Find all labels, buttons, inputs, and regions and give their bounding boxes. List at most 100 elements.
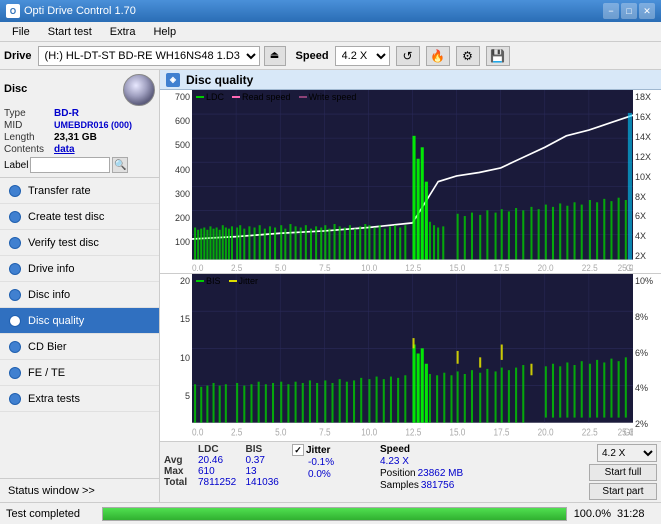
title-bar: O Opti Drive Control 1.70 − □ ✕ (0, 0, 661, 22)
start-part-button[interactable]: Start part (589, 483, 657, 500)
burn-button[interactable]: 🔥 (426, 46, 450, 66)
svg-text:0.0: 0.0 (192, 263, 204, 274)
disc-quality-header: ◈ Disc quality (160, 70, 661, 90)
menu-start-test[interactable]: Start test (40, 24, 100, 40)
label-button[interactable]: 🔍 (112, 157, 128, 173)
nav-drive-info[interactable]: Drive info (0, 256, 159, 282)
svg-text:20.0: 20.0 (538, 263, 554, 274)
maximize-button[interactable]: □ (621, 3, 637, 19)
speed-stats: Speed 4.23 X Position 23862 MB Samples 3… (380, 444, 470, 491)
eject-button[interactable]: ⏏ (264, 46, 286, 66)
verify-test-disc-icon (9, 237, 21, 249)
drive-bar: Drive (H:) HL-DT-ST BD-RE WH16NS48 1.D3 … (0, 42, 661, 70)
speed-label: Speed (296, 50, 329, 62)
menu-bar: File Start test Extra Help (0, 22, 661, 42)
svg-text:10.0: 10.0 (361, 263, 377, 274)
nav-disc-quality[interactable]: Disc quality (0, 308, 159, 334)
bis-header: BIS (241, 444, 284, 455)
speed-start-section: 4.2 X Start full Start part (589, 444, 657, 500)
drive-select[interactable]: (H:) HL-DT-ST BD-RE WH16NS48 1.D3 (38, 46, 260, 66)
jitter-checkbox[interactable]: ✓ (292, 444, 304, 456)
speed-select[interactable]: 4.2 X (335, 46, 390, 66)
settings-button[interactable]: ⚙ (456, 46, 480, 66)
nav-fe-te-label: FE / TE (28, 367, 65, 379)
refresh-button[interactable]: ↺ (396, 46, 420, 66)
disc-panel-title: Disc (4, 83, 27, 95)
nav-verify-test-disc-label: Verify test disc (28, 237, 99, 249)
status-text: Test completed (6, 508, 96, 520)
menu-file[interactable]: File (4, 24, 38, 40)
sidebar-nav: Transfer rate Create test disc Verify te… (0, 178, 159, 478)
chart2-area: BIS Jitter (192, 274, 633, 441)
nav-extra-tests[interactable]: Extra tests (0, 386, 159, 412)
disc-quality-icon (9, 315, 21, 327)
menu-extra[interactable]: Extra (102, 24, 144, 40)
max-ldc: 610 (194, 466, 241, 477)
chart1-area: LDC Read speed Write speed (192, 90, 633, 273)
disc-quality-title: Disc quality (186, 73, 253, 87)
svg-text:17.5: 17.5 (494, 427, 510, 438)
svg-text:0.0: 0.0 (192, 427, 203, 438)
stats-area: LDC BIS Avg 20.46 0.37 Max 610 13 (160, 441, 661, 502)
chart2-y-labels-right: 10% 8% 6% 4% 2% (633, 274, 661, 441)
total-label: Total (164, 477, 194, 488)
position-val: 23862 MB (418, 468, 464, 479)
fe-te-icon (9, 367, 21, 379)
max-jitter: 0.0% (292, 469, 372, 480)
cd-bier-icon (9, 341, 21, 353)
svg-text:15.0: 15.0 (449, 427, 465, 438)
status-window-button[interactable]: Status window >> (0, 478, 159, 502)
length-val: 23,31 GB (54, 132, 97, 143)
menu-help[interactable]: Help (145, 24, 184, 40)
nav-verify-test-disc[interactable]: Verify test disc (0, 230, 159, 256)
contents-val[interactable]: data (54, 144, 75, 155)
nav-fe-te[interactable]: FE / TE (0, 360, 159, 386)
svg-text:22.5: 22.5 (582, 427, 598, 438)
jitter-label: Jitter (306, 445, 330, 456)
drive-info-icon (9, 263, 21, 275)
disc-icon (123, 74, 155, 106)
ldc-legend-dot (196, 96, 204, 98)
close-button[interactable]: ✕ (639, 3, 655, 19)
stats-table: LDC BIS Avg 20.46 0.37 Max 610 13 (164, 444, 284, 488)
avg-ldc: 20.46 (194, 455, 241, 466)
max-label: Max (164, 466, 194, 477)
label-input[interactable] (30, 157, 110, 173)
chart2-legend: BIS Jitter (196, 276, 258, 286)
total-bis: 141036 (241, 477, 284, 488)
nav-transfer-rate-label: Transfer rate (28, 185, 91, 197)
speed-dropdown[interactable]: 4.2 X (597, 444, 657, 462)
type-val: BD-R (54, 108, 79, 119)
nav-create-test-disc[interactable]: Create test disc (0, 204, 159, 230)
elapsed-time: 31:28 (617, 508, 655, 520)
speed-stats-label: Speed (380, 444, 470, 455)
chart1-section: 700 600 500 400 300 200 100 LDC (160, 90, 661, 274)
svg-text:5.0: 5.0 (275, 427, 286, 438)
nav-disc-quality-label: Disc quality (28, 315, 84, 327)
chart1-svg: 0.0 2.5 5.0 7.5 10.0 12.5 15.0 17.5 20.0… (192, 90, 633, 273)
nav-disc-info[interactable]: Disc info (0, 282, 159, 308)
start-full-button[interactable]: Start full (589, 464, 657, 481)
svg-text:GB: GB (626, 263, 633, 274)
ldc-legend-label: LDC (206, 92, 224, 102)
nav-drive-info-label: Drive info (28, 263, 74, 275)
chart1-y-labels-right: 18X 16X 14X 12X 10X 8X 6X 4X 2X (633, 90, 661, 273)
content-area: ◈ Disc quality 700 600 500 400 300 200 1… (160, 70, 661, 502)
mid-key: MID (4, 120, 52, 131)
sidebar: Disc Type BD-R MID UMEBDR016 (000) Lengt… (0, 70, 160, 502)
avg-label: Avg (164, 455, 194, 466)
svg-text:GB: GB (624, 427, 633, 438)
svg-text:22.5: 22.5 (582, 263, 598, 274)
write-speed-legend-label: Write speed (309, 92, 357, 102)
minimize-button[interactable]: − (603, 3, 619, 19)
samples-val: 381756 (421, 480, 454, 491)
mid-val: UMEBDR016 (000) (54, 120, 132, 131)
svg-text:5.0: 5.0 (275, 263, 287, 274)
app-title: Opti Drive Control 1.70 (24, 5, 136, 17)
nav-cd-bier[interactable]: CD Bier (0, 334, 159, 360)
save-button[interactable]: 💾 (486, 46, 510, 66)
progress-bar-fill (103, 508, 566, 520)
nav-transfer-rate[interactable]: Transfer rate (0, 178, 159, 204)
position-label: Position (380, 468, 416, 479)
svg-text:2.5: 2.5 (231, 427, 242, 438)
